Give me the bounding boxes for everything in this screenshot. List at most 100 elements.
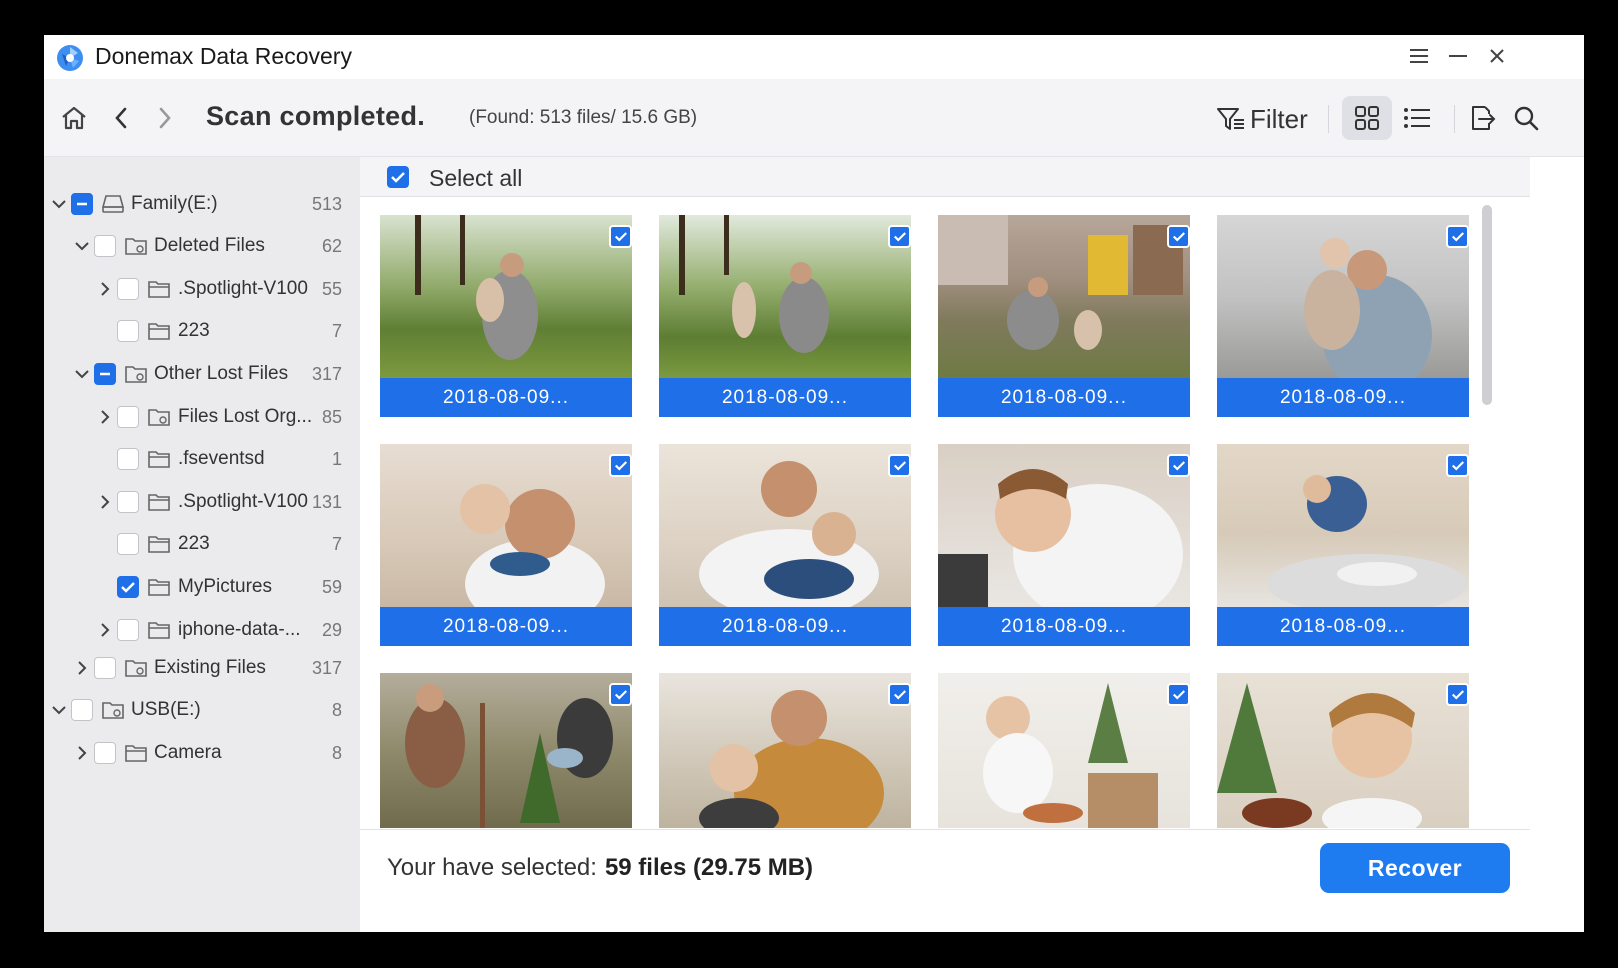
chevron-down-icon[interactable] [50,701,68,719]
chevron-right-icon[interactable] [96,621,114,639]
select-all-bar: Select all [360,157,1530,197]
special-folder-icon [124,235,148,257]
tree-item-family-drive[interactable]: Family(E:) 513 [44,185,360,223]
tree-checkbox[interactable] [117,576,139,598]
tree-checkbox[interactable] [117,406,139,428]
tree-item-label: iphone-data-... [178,619,301,640]
list-view-button[interactable] [1397,98,1437,138]
tree-checkbox[interactable] [94,742,116,764]
chevron-right-icon[interactable] [73,659,91,677]
photo-thumbnail[interactable]: 2018-08-09... [380,215,632,417]
tree-item-spotlight-1[interactable]: .Spotlight-V100 55 [44,270,360,308]
back-button[interactable] [101,98,141,138]
tree-checkbox[interactable] [117,491,139,513]
chevron-right-icon[interactable] [96,408,114,426]
tree-item-usb-drive[interactable]: USB(E:) 8 [44,691,360,729]
select-all-checkbox[interactable] [387,166,409,188]
thumbnail-checkbox[interactable] [609,683,632,706]
thumbnail-checkbox[interactable] [1446,454,1469,477]
photo-thumbnail[interactable]: 2018-08-09... [938,444,1190,646]
grid-view-button[interactable] [1342,96,1392,140]
photo-image [380,673,632,828]
tree-item-223-a[interactable]: 223 7 [44,312,360,350]
scrollbar[interactable] [1482,205,1492,405]
chevron-right-icon[interactable] [96,280,114,298]
chevron-down-icon[interactable] [50,195,68,213]
home-button[interactable] [54,98,94,138]
tree-item-count: 62 [321,235,342,256]
photo-thumbnail[interactable] [938,673,1190,828]
filter-icon [1217,108,1244,130]
tree-checkbox[interactable] [117,533,139,555]
photo-image [659,673,911,828]
minimize-button[interactable] [1443,43,1473,69]
thumbnail-checkbox[interactable] [1446,683,1469,706]
tree-item-deleted-files[interactable]: Deleted Files 62 [44,227,360,265]
thumbnail-checkbox[interactable] [1446,225,1469,248]
tree-item-other-lost-files[interactable]: Other Lost Files 317 [44,355,360,393]
thumbnail-checkbox[interactable] [888,225,911,248]
chevron-down-icon[interactable] [73,237,91,255]
forward-button[interactable] [145,98,185,138]
tree-item-spotlight-2[interactable]: .Spotlight-V100 131 [44,483,360,521]
photo-image [938,444,1190,624]
folder-icon [124,742,148,764]
tree-item-count: 8 [331,742,342,763]
thumbnail-checkbox[interactable] [609,454,632,477]
chevron-right-icon[interactable] [96,493,114,511]
tree-item-count: 59 [321,576,342,597]
tree-checkbox[interactable] [117,619,139,641]
filter-button[interactable]: Filter [1216,99,1308,139]
title-bar: Donemax Data Recovery [44,35,1584,79]
tree-checkbox[interactable] [117,448,139,470]
tree-item-223-b[interactable]: 223 7 [44,525,360,563]
photo-thumbnail[interactable]: 2018-08-09... [380,444,632,646]
tree-item-count: 317 [311,657,342,678]
thumbnail-checkbox[interactable] [888,454,911,477]
folder-icon [147,491,171,513]
chevron-down-icon[interactable] [73,365,91,383]
toolbar-divider [1454,105,1455,133]
tree-item-fseventsd[interactable]: .fseventsd 1 [44,440,360,478]
tree-item-count: 55 [321,278,342,299]
tree-item-camera[interactable]: Camera 8 [44,734,360,772]
menu-icon [1410,49,1428,63]
photo-thumbnail[interactable]: 2018-08-09... [659,444,911,646]
tree-item-existing-files[interactable]: Existing Files 317 [44,649,360,687]
selection-footer: Your have selected: 59 files (29.75 MB) R… [360,829,1530,932]
chevron-right-icon[interactable] [73,744,91,762]
photo-thumbnail[interactable]: 2018-08-09... [1217,215,1469,417]
close-button[interactable] [1482,43,1512,69]
tree-item-mypictures[interactable]: MyPictures 59 [44,568,360,606]
photo-thumbnail[interactable] [380,673,632,828]
thumbnail-checkbox[interactable] [1167,683,1190,706]
tree-checkbox[interactable] [71,193,93,215]
export-button[interactable] [1462,98,1502,138]
menu-button[interactable] [1404,43,1434,69]
tree-item-iphone-data[interactable]: iphone-data-... 29 [44,611,360,649]
photo-thumbnail[interactable]: 2018-08-09... [659,215,911,417]
tree-checkbox[interactable] [117,320,139,342]
tree-item-files-lost-org[interactable]: Files Lost Org... 85 [44,398,360,436]
scrollbar-thumb[interactable] [1482,205,1492,405]
tree-item-count: 29 [321,619,342,640]
tree-checkbox[interactable] [94,363,116,385]
tree-checkbox[interactable] [94,657,116,679]
tree-item-count: 317 [311,363,342,384]
thumbnail-checkbox[interactable] [1167,225,1190,248]
tree-checkbox[interactable] [117,278,139,300]
photo-image [1217,215,1469,395]
thumbnail-checkbox[interactable] [888,683,911,706]
thumbnail-checkbox[interactable] [609,225,632,248]
tree-checkbox[interactable] [71,699,93,721]
select-all-label[interactable]: Select all [429,165,522,192]
photo-thumbnail[interactable]: 2018-08-09... [1217,444,1469,646]
photo-thumbnail[interactable]: 2018-08-09... [938,215,1190,417]
thumbnail-checkbox[interactable] [1167,454,1190,477]
app-title: Donemax Data Recovery [95,43,352,69]
tree-checkbox[interactable] [94,235,116,257]
photo-thumbnail[interactable] [659,673,911,828]
photo-thumbnail[interactable] [1217,673,1469,828]
search-button[interactable] [1506,98,1546,138]
recover-button[interactable]: Recover [1320,843,1510,893]
